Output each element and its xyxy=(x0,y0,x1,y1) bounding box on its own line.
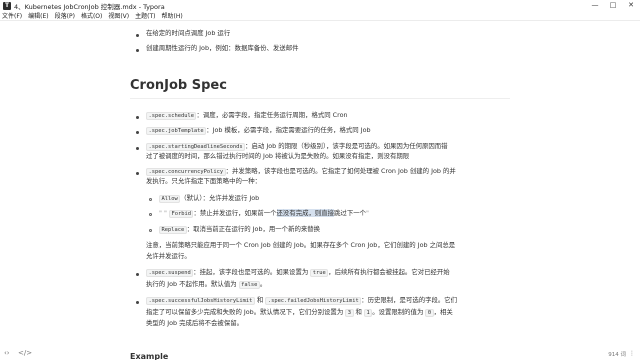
inline-code: 0 xyxy=(425,309,434,317)
menu-theme[interactable]: 主题(T) xyxy=(135,11,155,20)
inline-code: .spec.successfulJobsHistoryLimit xyxy=(146,297,255,305)
close-button[interactable]: ✕ xyxy=(622,0,640,11)
inline-code: .spec.concurrencyPolicy xyxy=(146,168,226,176)
menu-view[interactable]: 视图(V) xyxy=(108,11,129,20)
typora-app-icon: T xyxy=(3,1,11,10)
maximize-button[interactable]: □ xyxy=(604,0,622,11)
item-text: 跳过下一个 xyxy=(334,209,366,217)
item-text-continued: 发执行。只允许指定下面策略中的一种： xyxy=(146,177,262,185)
inline-code: .spec.suspend xyxy=(146,269,194,277)
word-count[interactable]: 914 词 xyxy=(608,350,626,358)
item-text: ：并发策略，该字段也是可选的。它指定了如何处理被 Cron Job 创建的 Jo… xyxy=(225,167,456,175)
item-text: ：Job 模板，必需字段，指定需要运行的任务，格式同 Job xyxy=(206,126,371,134)
sub-list-bullet xyxy=(149,198,152,201)
sidebar-toggle-icon[interactable]: ‹› xyxy=(4,349,10,357)
selected-text[interactable]: 还没有完成，则直接 xyxy=(276,209,335,217)
quote-mark: " " xyxy=(159,209,167,217)
item-text: ，相关 xyxy=(433,308,453,316)
section-heading: CronJob Spec xyxy=(130,78,227,93)
list-item-deadline: .spec.startingDeadlineSeconds ：启动 Job 的期限… xyxy=(146,142,448,151)
list-bullet xyxy=(136,116,139,119)
item-text: ，后续所有执行都会被挂起。它对已经开始 xyxy=(328,268,450,276)
menu-help[interactable]: 帮助(H) xyxy=(162,11,183,20)
item-text: ：禁止并发运行，如果前一个 xyxy=(193,209,277,217)
outline-icon[interactable]: ⋮ xyxy=(629,350,635,357)
inline-code: Forbid xyxy=(168,210,194,218)
item-text: 。 xyxy=(259,280,267,288)
note-text: 注意，当前策略只能应用于同一个 Cron Job 创建的 Job。如果存在多个 … xyxy=(146,241,456,249)
inline-code: true xyxy=(310,269,329,277)
item-text-continued: 过了被调度的时间，那么错过执行时间的 Job 将被认为是失败的。如果没有指定，则… xyxy=(146,152,410,160)
menu-format[interactable]: 格式(O) xyxy=(81,11,102,20)
item-text: ：取消当前正在运行的 Job，用一个新的来替换 xyxy=(186,225,321,233)
inline-code: .spec.jobTemplate xyxy=(146,127,207,135)
window-title: 4、Kubernetes JobCronJob 控制器.mdx - Typora xyxy=(14,2,165,11)
item-text: ：启动 Job 的期限（秒级别），该字段是可选的。如果因为任何原因而错 xyxy=(245,142,448,150)
inline-code: .spec.failedJobsHistoryLimit xyxy=(265,297,362,305)
menu-edit[interactable]: 编辑(E) xyxy=(28,11,48,20)
policy-forbid: " " Forbid ：禁止并发运行，如果前一个还没有完成，则直接跳过下一个" xyxy=(159,209,369,218)
item-text-continued: 指定了可以保留多少完成和失败的 Job。默认情况下，它们分别设置为 3 和 1。… xyxy=(146,308,453,317)
list-bullet xyxy=(136,34,139,37)
minimize-button[interactable]: — xyxy=(586,0,604,11)
note-text-continued: 允许并发运行。 xyxy=(146,252,191,260)
inline-code: 1 xyxy=(363,309,373,317)
list-item: 创建周期性运行的 Job，例如：数据库备份、发送邮件 xyxy=(146,44,299,52)
item-text: ：挂起，该字段也是可选的。如果设置为 xyxy=(193,268,311,276)
list-item: 在给定的时间点调度 Job 运行 xyxy=(146,29,231,37)
list-item-history: .spec.successfulJobsHistoryLimit 和 .spec… xyxy=(146,296,457,305)
list-bullet xyxy=(136,301,139,304)
heading-divider xyxy=(130,98,510,99)
list-item-suspend: .spec.suspend ：挂起，该字段也是可选的。如果设置为 true ，后续所… xyxy=(146,268,450,277)
list-bullet xyxy=(136,172,139,175)
policy-replace: Replace ：取消当前正在运行的 Job，用一个新的来替换 xyxy=(159,225,320,234)
inline-code: Allow xyxy=(159,195,181,203)
item-text: 指定了可以保留多少完成和失败的 Job。默认情况下，它们分别设置为 xyxy=(146,308,346,316)
title-bar: T 4、Kubernetes JobCronJob 控制器.mdx - Typo… xyxy=(0,0,640,11)
list-bullet xyxy=(136,49,139,52)
list-bullet xyxy=(136,273,139,276)
inline-code: Replace xyxy=(159,226,187,234)
item-text: 和 xyxy=(353,308,364,316)
item-text: 。设置限制的值为 xyxy=(372,308,426,316)
item-text-continued: 执行的 Job 不起作用。默认值为 false。 xyxy=(146,280,266,289)
list-item-schedule: .spec.schedule ：调度，必需字段，指定任务运行周期，格式同 Cron xyxy=(146,111,348,120)
sub-list-bullet xyxy=(149,229,152,232)
menu-paragraph[interactable]: 段落(P) xyxy=(55,11,75,20)
list-item-jobtemplate: .spec.jobTemplate ：Job 模板，必需字段，指定需要运行的任务，… xyxy=(146,126,371,135)
sub-list-bullet xyxy=(149,213,152,216)
quote-mark: " xyxy=(366,209,369,217)
item-text: ：调度，必需字段，指定任务运行周期，格式同 Cron xyxy=(196,111,348,119)
item-text: （默认）：允许并发运行 Job xyxy=(180,194,260,202)
inline-code: 3 xyxy=(345,309,354,317)
menu-bar: 文件(F) 编辑(E) 段落(P) 格式(O) 视图(V) 主题(T) 帮助(H… xyxy=(0,11,640,21)
menu-file[interactable]: 文件(F) xyxy=(2,11,22,20)
item-text-continued: 类型的 Job 完成后将不会被保留。 xyxy=(146,319,243,327)
window-controls: — □ ✕ xyxy=(586,0,640,11)
status-bar: ‹› </> 914 词 ⋮ xyxy=(0,347,640,360)
inline-code: .spec.schedule xyxy=(146,112,197,120)
source-code-mode-icon[interactable]: </> xyxy=(18,349,32,357)
item-text: 执行的 Job 不起作用。默认值为 xyxy=(146,280,239,288)
list-item-concurrency: .spec.concurrencyPolicy ：并发策略，该字段也是可选的。它指… xyxy=(146,167,456,176)
list-bullet xyxy=(136,131,139,134)
item-text: ：历史限制，是可选的字段。它们 xyxy=(361,296,458,304)
policy-allow: Allow （默认）：允许并发运行 Job xyxy=(159,194,259,203)
list-bullet xyxy=(136,147,139,150)
inline-code: .spec.startingDeadlineSeconds xyxy=(146,143,246,151)
inline-code: false xyxy=(238,281,260,289)
item-text: 和 xyxy=(254,296,266,304)
